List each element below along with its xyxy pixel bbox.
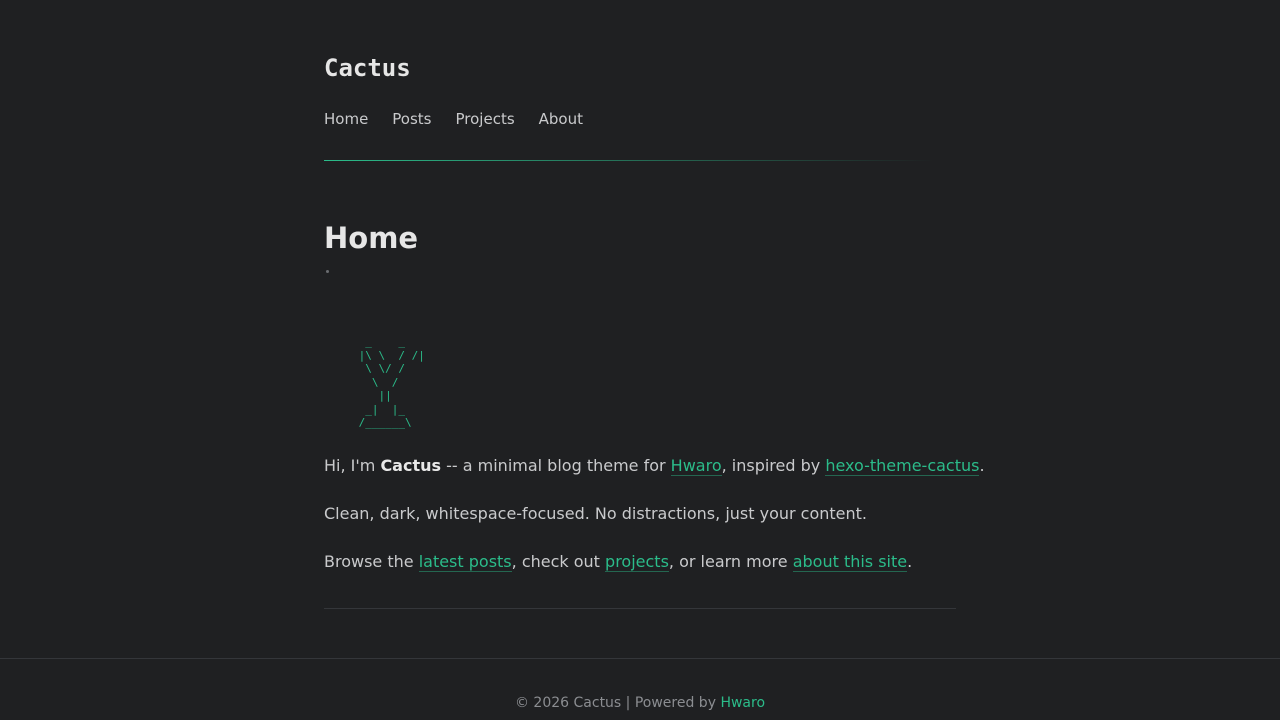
footer-hwaro-link[interactable]: Hwaro bbox=[720, 695, 765, 711]
cactus-ascii-art: _ _ |\ \ / /| \ \/ / \ / || _| |_ /_____… bbox=[358, 335, 425, 429]
intro-text-1: Hi, I'm bbox=[324, 456, 381, 475]
nav-item-home[interactable]: Home bbox=[324, 107, 368, 131]
hwaro-link[interactable]: Hwaro bbox=[670, 456, 722, 476]
browse-paragraph: Browse the latest posts, check out proje… bbox=[324, 550, 912, 574]
footer-divider bbox=[0, 658, 1280, 659]
hexo-theme-cactus-link[interactable]: hexo-theme-cactus bbox=[825, 456, 980, 476]
footer-text: © 2026 Cactus | Powered by bbox=[514, 695, 721, 711]
content-divider bbox=[324, 608, 956, 609]
site-footer: © 2026 Cactus | Powered by Hwaro bbox=[0, 692, 1280, 714]
browse-text-4: . bbox=[907, 552, 913, 571]
intro-bold-name: Cactus bbox=[380, 456, 442, 475]
page-title: Home bbox=[324, 221, 419, 255]
intro-text-4: . bbox=[979, 456, 985, 475]
intro-paragraph: Hi, I'm Cactus -- a minimal blog theme f… bbox=[324, 454, 985, 478]
browse-text-3: , or learn more bbox=[668, 552, 793, 571]
site-title[interactable]: Cactus bbox=[324, 52, 411, 84]
intro-text-2: -- a minimal blog theme for bbox=[441, 456, 671, 475]
header-divider bbox=[324, 160, 934, 161]
projects-link[interactable]: projects bbox=[605, 552, 669, 572]
browse-text-1: Browse the bbox=[324, 552, 419, 571]
intro-text-3: , inspired by bbox=[721, 456, 826, 475]
browse-text-2: , check out bbox=[511, 552, 606, 571]
latest-posts-link[interactable]: latest posts bbox=[418, 552, 512, 572]
nav-item-projects[interactable]: Projects bbox=[456, 107, 515, 131]
nav-item-posts[interactable]: Posts bbox=[392, 107, 431, 131]
page: Cactus Home Posts Projects About Home _ … bbox=[0, 0, 1280, 720]
nav-item-about[interactable]: About bbox=[539, 107, 583, 131]
main-nav: Home Posts Projects About bbox=[324, 107, 607, 131]
title-dot bbox=[326, 270, 329, 273]
tagline-paragraph: Clean, dark, whitespace-focused. No dist… bbox=[324, 504, 867, 523]
about-link[interactable]: about this site bbox=[792, 552, 908, 572]
